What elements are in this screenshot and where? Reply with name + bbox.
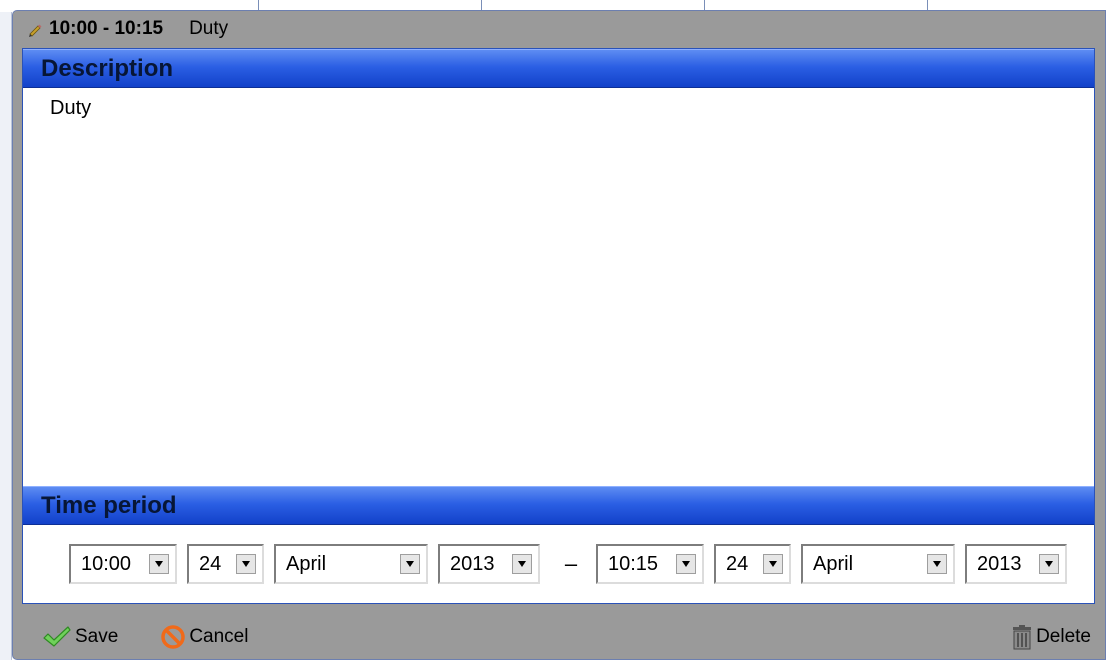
end-day-select[interactable]: 24	[714, 544, 791, 584]
delete-button[interactable]: Delete	[1011, 624, 1091, 650]
start-year-select[interactable]: 2013	[438, 544, 540, 584]
chevron-down-icon[interactable]	[236, 554, 256, 574]
chevron-down-icon[interactable]	[149, 554, 169, 574]
delete-label: Delete	[1036, 626, 1091, 647]
save-button[interactable]: Save	[42, 625, 118, 649]
start-day-value: 24	[199, 552, 222, 575]
end-year-value: 2013	[977, 552, 1022, 575]
chevron-down-icon[interactable]	[400, 554, 420, 574]
end-month-value: April	[813, 552, 854, 575]
save-label: Save	[75, 626, 119, 647]
dialog-titlebar: 10:00 - 10:15 Duty	[13, 11, 1105, 47]
event-subject: Duty	[189, 18, 229, 39]
chevron-down-icon[interactable]	[1039, 554, 1059, 574]
start-month-select[interactable]: April	[274, 544, 428, 584]
pencil-icon	[27, 19, 47, 39]
trash-icon	[1011, 624, 1033, 650]
start-day-select[interactable]: 24	[187, 544, 264, 584]
cancel-label: Cancel	[189, 626, 249, 647]
event-time-range: 10:00 - 10:15	[49, 18, 164, 39]
chevron-down-icon[interactable]	[676, 554, 696, 574]
time-period-header-label: Time period	[41, 491, 177, 519]
start-month-value: April	[286, 552, 327, 575]
end-year-select[interactable]: 2013	[965, 544, 1067, 584]
start-time-value: 10:00	[81, 552, 132, 575]
time-period-row: 10:00 24 April 2013 – 10:15 24 April 201…	[23, 525, 1094, 603]
end-day-value: 24	[726, 552, 749, 575]
checkmark-icon	[42, 625, 72, 649]
calendar-edge	[0, 0, 12, 660]
time-period-header: Time period	[23, 486, 1094, 525]
description-header-label: Description	[41, 54, 174, 82]
event-details-panel: Description Duty Time period 10:00 24 Ap…	[22, 48, 1095, 604]
end-time-value: 10:15	[608, 552, 659, 575]
dialog-footer: Save Cancel Delete	[13, 615, 1105, 659]
description-text: Duty	[50, 97, 92, 119]
cancel-button[interactable]: Cancel	[160, 624, 248, 650]
description-textarea[interactable]: Duty	[23, 88, 1094, 486]
chevron-down-icon[interactable]	[512, 554, 532, 574]
chevron-down-icon[interactable]	[927, 554, 947, 574]
range-separator: –	[564, 551, 578, 576]
chevron-down-icon[interactable]	[763, 554, 783, 574]
start-time-select[interactable]: 10:00	[69, 544, 177, 584]
event-editor-dialog: 10:00 - 10:15 Duty Description Duty Time…	[12, 10, 1106, 660]
end-month-select[interactable]: April	[801, 544, 955, 584]
start-year-value: 2013	[450, 552, 495, 575]
prohibited-icon	[160, 624, 186, 650]
description-header: Description	[23, 49, 1094, 88]
end-time-select[interactable]: 10:15	[596, 544, 704, 584]
